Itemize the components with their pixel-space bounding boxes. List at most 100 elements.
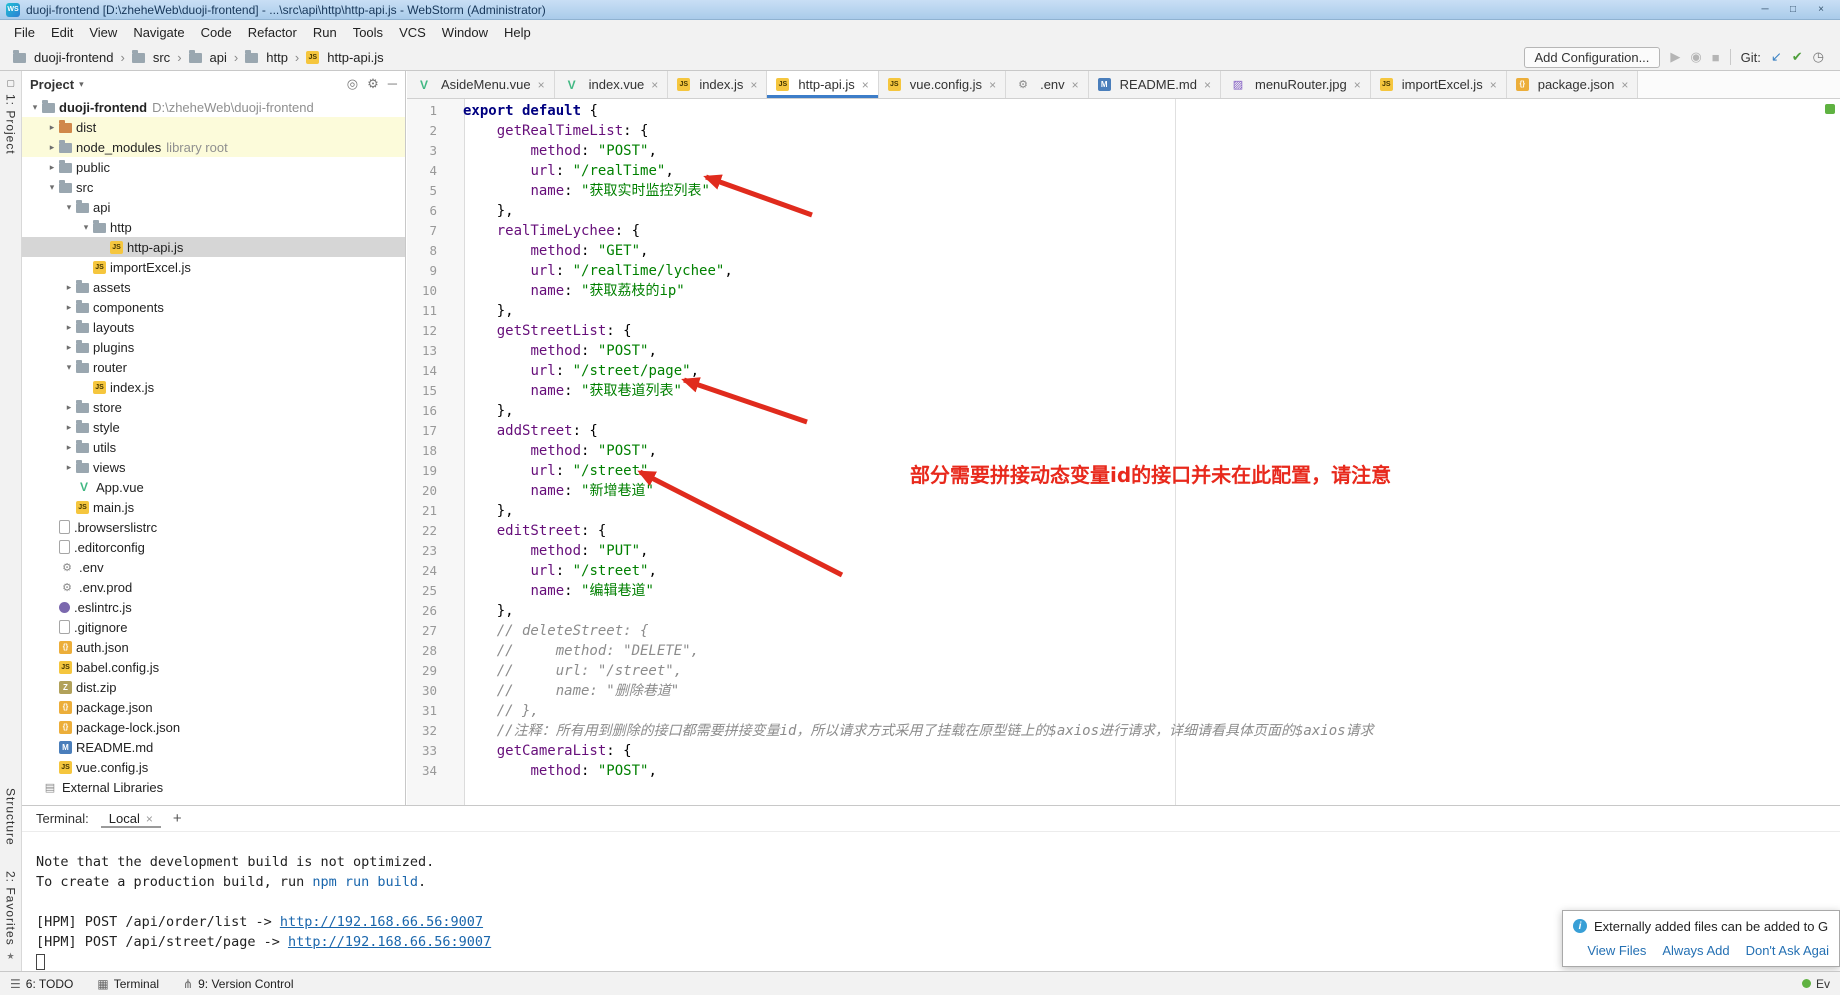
project-view-selector[interactable]: Project ▾ [30,77,84,92]
stop-icon[interactable]: ■ [1712,50,1720,65]
tree-expand-arrow[interactable]: ▸ [62,402,76,413]
tree-expand-arrow[interactable]: ▸ [45,142,59,153]
tree-collapse-arrow[interactable]: ▾ [79,222,93,233]
tree-item[interactable]: JSvue.config.js [22,757,405,777]
tree-item[interactable]: .editorconfig [22,537,405,557]
menu-item-help[interactable]: Help [496,22,539,43]
project-tool-button[interactable]: ▢ 1: Project [0,73,21,160]
tree-collapse-arrow[interactable]: ▾ [45,182,59,193]
maximize-button[interactable]: □ [1780,2,1806,18]
add-configuration-button[interactable]: Add Configuration... [1524,47,1661,68]
structure-tool-button[interactable]: Structure [4,783,18,851]
tree-expand-arrow[interactable]: ▸ [62,322,76,333]
tree-item[interactable]: ▸plugins [22,337,405,357]
tree-item[interactable]: MREADME.md [22,737,405,757]
terminal-link[interactable]: http://192.168.66.56:9007 [280,914,483,930]
menu-item-edit[interactable]: Edit [43,22,81,43]
tree-item[interactable]: ▸store [22,397,405,417]
tree-item[interactable]: ▸layouts [22,317,405,337]
tab-close-icon[interactable]: × [1204,78,1211,92]
tree-item[interactable]: ▾api [22,197,405,217]
tree-item[interactable]: ▤External Libraries [22,777,405,797]
tab-close-icon[interactable]: × [1354,78,1361,92]
event-log-icon[interactable] [1802,979,1811,988]
tree-collapse-arrow[interactable]: ▾ [28,102,42,113]
status-item-9-version-control[interactable]: ⋔9: Version Control [183,977,293,991]
tree-item[interactable]: ▾src [22,177,405,197]
tree-item[interactable]: ▸views [22,457,405,477]
event-log-label[interactable]: Ev [1816,977,1830,991]
tree-expand-arrow[interactable]: ▸ [62,422,76,433]
tree-collapse-arrow[interactable]: ▾ [62,202,76,213]
breadcrumb-item[interactable]: api [186,48,230,67]
tab--env[interactable]: ⚙.env× [1006,71,1089,98]
tab-close-icon[interactable]: × [989,78,996,92]
tab-index-js[interactable]: JSindex.js× [668,71,767,98]
tab-close-icon[interactable]: × [1072,78,1079,92]
tree-item[interactable]: .gitignore [22,617,405,637]
tab-close-icon[interactable]: × [538,78,545,92]
history-icon[interactable]: ◷ [1813,49,1824,65]
tab-importexcel-js[interactable]: JSimportExcel.js× [1371,71,1507,98]
tree-item[interactable]: {}package-lock.json [22,717,405,737]
tab-asidemenu-vue[interactable]: VAsideMenu.vue× [407,71,555,98]
tree-expand-arrow[interactable]: ▸ [62,282,76,293]
tab-menurouter-jpg[interactable]: ▨menuRouter.jpg× [1221,71,1371,98]
terminal-tab-local[interactable]: Local × [101,809,161,828]
tree-item[interactable]: VApp.vue [22,477,405,497]
git-update-icon[interactable]: ↙ [1771,49,1782,65]
gear-icon[interactable]: ⚙ [367,76,379,92]
view-files-link[interactable]: View Files [1587,943,1646,958]
tree-item[interactable]: JSimportExcel.js [22,257,405,277]
menu-item-window[interactable]: Window [434,22,496,43]
tab-close-icon[interactable]: × [1621,78,1628,92]
status-item-terminal[interactable]: ▦Terminal [97,977,159,991]
always-add-link[interactable]: Always Add [1662,943,1729,958]
tab-close-icon[interactable]: × [1490,78,1497,92]
run-icon[interactable]: ▶ [1670,49,1680,65]
tree-item[interactable]: .browserslistrc [22,517,405,537]
tab-http-api-js[interactable]: JShttp-api.js× [767,71,878,98]
menu-item-run[interactable]: Run [305,22,345,43]
tree-item[interactable]: Zdist.zip [22,677,405,697]
menu-item-tools[interactable]: Tools [345,22,391,43]
tree-expand-arrow[interactable]: ▸ [62,342,76,353]
tree-item[interactable]: ▸dist [22,117,405,137]
menu-item-view[interactable]: View [81,22,125,43]
tree-item[interactable]: {}package.json [22,697,405,717]
favorites-tool-button[interactable]: 2: Favorites ★ [4,866,18,967]
tree-item[interactable]: ▸style [22,417,405,437]
git-commit-icon[interactable]: ✔ [1792,49,1803,65]
tree-item[interactable]: ▸utils [22,437,405,457]
menu-item-file[interactable]: File [6,22,43,43]
tree-expand-arrow[interactable]: ▸ [62,442,76,453]
tab-close-icon[interactable]: × [651,78,658,92]
debug-icon[interactable]: ◉ [1690,49,1701,65]
tab-close-icon[interactable]: × [862,78,869,92]
breadcrumb-item[interactable]: duoji-frontend [10,48,117,67]
inspection-status-icon[interactable] [1825,104,1835,114]
menu-item-refactor[interactable]: Refactor [240,22,305,43]
tree-expand-arrow[interactable]: ▸ [62,462,76,473]
tree-item[interactable]: JSmain.js [22,497,405,517]
code-area[interactable]: 1export default {2 getRealTimeList: {3 m… [407,99,1840,805]
tree-item[interactable]: {}auth.json [22,637,405,657]
tree-item[interactable]: JSbabel.config.js [22,657,405,677]
tab-vue-config-js[interactable]: JSvue.config.js× [879,71,1006,98]
close-button[interactable]: × [1808,2,1834,18]
breadcrumb-item[interactable]: JShttp-api.js [303,48,386,67]
tree-item[interactable]: ▾router [22,357,405,377]
tab-close-icon[interactable]: × [750,78,757,92]
status-item-6-todo[interactable]: ☰6: TODO [10,977,73,991]
tree-item[interactable]: ▸node_modules library root [22,137,405,157]
breadcrumb-item[interactable]: http [242,48,291,67]
tree-item[interactable]: ▸components [22,297,405,317]
locate-file-icon[interactable]: ◎ [347,76,358,92]
breadcrumb-item[interactable]: src [129,48,173,67]
tree-item[interactable]: JShttp-api.js [22,237,405,257]
terminal-link[interactable]: http://192.168.66.56:9007 [288,934,491,950]
tree-item[interactable]: ▾duoji-frontend D:\zheheWeb\duoji-fronte… [22,97,405,117]
tab-readme-md[interactable]: MREADME.md× [1089,71,1221,98]
tree-expand-arrow[interactable]: ▸ [62,302,76,313]
tree-item[interactable]: ⚙.env.prod [22,577,405,597]
